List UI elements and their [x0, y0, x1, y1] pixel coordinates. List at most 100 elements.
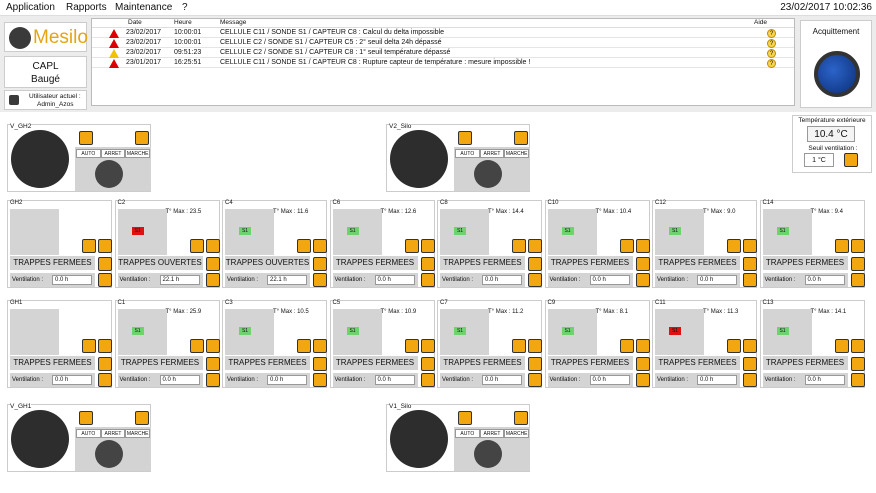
- trap-toggle-icon[interactable]: [743, 357, 757, 371]
- list-icon[interactable]: [404, 239, 419, 253]
- cell-view[interactable]: S1: [332, 209, 382, 255]
- mode-selector-knob[interactable]: [474, 440, 502, 468]
- cell-view[interactable]: [10, 209, 59, 255]
- mode-marche[interactable]: MARCHE: [125, 429, 151, 438]
- mode-selector-knob[interactable]: [474, 160, 502, 188]
- cell-view[interactable]: S1: [440, 209, 489, 255]
- gear-icon[interactable]: [635, 339, 650, 353]
- gear-icon[interactable]: [420, 339, 435, 353]
- sensor-badge[interactable]: S1: [776, 327, 789, 335]
- refresh-icon[interactable]: [635, 373, 650, 387]
- cell-view[interactable]: S1: [655, 309, 704, 355]
- list-icon[interactable]: [189, 339, 204, 353]
- refresh-icon[interactable]: [420, 373, 435, 387]
- sensor-badge[interactable]: S1: [561, 227, 574, 235]
- help-icon[interactable]: ?: [767, 49, 776, 58]
- list-icon[interactable]: [297, 239, 311, 253]
- mode-selector-knob[interactable]: [95, 440, 123, 468]
- ack-button[interactable]: [814, 51, 860, 97]
- gear-icon[interactable]: [313, 339, 327, 353]
- sensor-badge[interactable]: S1: [669, 227, 681, 235]
- help-icon[interactable]: ?: [767, 29, 776, 38]
- sensor-badge[interactable]: S1: [776, 227, 789, 235]
- sensor-badge[interactable]: S1: [561, 327, 574, 335]
- sensor-badge[interactable]: S1: [454, 227, 466, 235]
- gear-icon[interactable]: [98, 339, 112, 353]
- sensor-badge[interactable]: S1: [454, 327, 466, 335]
- info-icon[interactable]: [135, 411, 149, 425]
- gear-icon[interactable]: [313, 239, 327, 253]
- list-icon[interactable]: [834, 239, 849, 253]
- trap-toggle-icon[interactable]: [743, 257, 757, 271]
- mode-auto[interactable]: AUTO: [76, 149, 101, 158]
- refresh-icon[interactable]: [635, 273, 650, 287]
- gear-icon[interactable]: [743, 339, 757, 353]
- cell-view[interactable]: S1: [117, 209, 167, 255]
- gear-icon[interactable]: [205, 239, 220, 253]
- mode-arret[interactable]: ARRET: [479, 149, 505, 158]
- mode-arret[interactable]: ARRET: [479, 429, 505, 438]
- sensor-badge[interactable]: S1: [346, 227, 359, 235]
- refresh-icon[interactable]: [743, 273, 757, 287]
- menu-rapports[interactable]: Rapports: [66, 2, 107, 13]
- info-icon[interactable]: [514, 131, 528, 145]
- refresh-icon[interactable]: [850, 273, 865, 287]
- menu-maintenance[interactable]: Maintenance: [115, 2, 172, 13]
- list-icon[interactable]: [619, 239, 634, 253]
- cell-view[interactable]: S1: [547, 209, 597, 255]
- gear-icon[interactable]: [850, 339, 865, 353]
- list-icon[interactable]: [512, 239, 526, 253]
- cell-view[interactable]: S1: [225, 309, 274, 355]
- alarm-row[interactable]: 23/02/2017 10:00:01 CELLULE C2 / SONDE S1 …: [92, 38, 794, 48]
- trap-toggle-icon[interactable]: [528, 357, 542, 371]
- mode-marche[interactable]: MARCHE: [125, 149, 151, 158]
- sensor-badge[interactable]: S1: [669, 327, 681, 335]
- refresh-icon[interactable]: [313, 273, 327, 287]
- sensor-badge[interactable]: S1: [346, 327, 359, 335]
- info-icon[interactable]: [514, 411, 528, 425]
- clock-icon[interactable]: [79, 411, 93, 425]
- trap-toggle-icon[interactable]: [420, 357, 435, 371]
- threshold-value[interactable]: 1 °C: [804, 153, 834, 167]
- cell-view[interactable]: S1: [332, 309, 382, 355]
- list-icon[interactable]: [512, 339, 526, 353]
- mode-arret[interactable]: ARRET: [100, 149, 126, 158]
- clock-icon[interactable]: [458, 131, 472, 145]
- list-icon[interactable]: [727, 339, 741, 353]
- cell-view[interactable]: S1: [225, 209, 274, 255]
- list-icon[interactable]: [619, 339, 634, 353]
- help-icon[interactable]: ?: [767, 59, 776, 68]
- list-icon[interactable]: [82, 339, 96, 353]
- cell-view[interactable]: S1: [762, 309, 812, 355]
- mode-auto[interactable]: AUTO: [455, 429, 480, 438]
- list-icon[interactable]: [82, 239, 96, 253]
- trap-toggle-icon[interactable]: [313, 257, 327, 271]
- trap-toggle-icon[interactable]: [635, 257, 650, 271]
- mode-selector-knob[interactable]: [95, 160, 123, 188]
- refresh-icon[interactable]: [743, 373, 757, 387]
- mode-auto[interactable]: AUTO: [455, 149, 480, 158]
- trap-toggle-icon[interactable]: [635, 357, 650, 371]
- trap-toggle-icon[interactable]: [205, 357, 220, 371]
- trap-toggle-icon[interactable]: [850, 257, 865, 271]
- refresh-icon[interactable]: [98, 373, 112, 387]
- gear-icon[interactable]: [98, 239, 112, 253]
- sensor-badge[interactable]: S1: [131, 327, 144, 335]
- gear-icon[interactable]: [528, 239, 542, 253]
- refresh-icon[interactable]: [205, 273, 220, 287]
- alarm-row[interactable]: 23/02/2017 09:51:23 CELLULE C2 / SONDE S1 …: [92, 48, 794, 58]
- cell-view[interactable]: S1: [440, 309, 489, 355]
- refresh-icon[interactable]: [850, 373, 865, 387]
- cell-view[interactable]: S1: [762, 209, 812, 255]
- trap-toggle-icon[interactable]: [205, 257, 220, 271]
- sensor-badge[interactable]: S1: [239, 327, 251, 335]
- trap-toggle-icon[interactable]: [313, 357, 327, 371]
- refresh-icon[interactable]: [205, 373, 220, 387]
- cell-view[interactable]: S1: [117, 309, 167, 355]
- trap-toggle-icon[interactable]: [98, 357, 112, 371]
- trap-toggle-icon[interactable]: [850, 357, 865, 371]
- mode-auto[interactable]: AUTO: [76, 429, 101, 438]
- mode-arret[interactable]: ARRET: [100, 429, 126, 438]
- list-icon[interactable]: [727, 239, 741, 253]
- trap-toggle-icon[interactable]: [528, 257, 542, 271]
